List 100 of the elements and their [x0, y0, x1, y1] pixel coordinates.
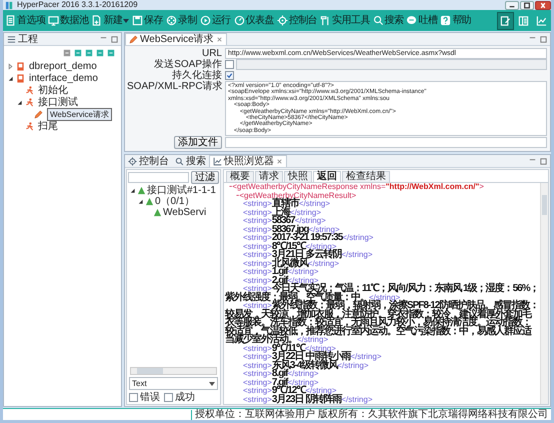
xml-line: <string>7.gif</string> — [242, 378, 319, 388]
soap-action-field[interactable] — [236, 59, 547, 70]
layout-icon — [518, 14, 529, 26]
tree-item[interactable]: dbreport_demo — [27, 60, 99, 72]
close-icon[interactable] — [216, 36, 223, 43]
toolbar-button[interactable]: 仪表盘 — [232, 14, 275, 26]
running-figure-icon — [25, 86, 34, 94]
running-figure-icon — [25, 122, 34, 130]
panel-tab[interactable]: 快照浏览器 — [209, 155, 287, 168]
horizontal-scrollbar[interactable] — [130, 367, 217, 375]
tool-icon[interactable] — [96, 49, 104, 57]
xml-line: <string>2017-3-21 19:57:35</string> — [242, 234, 374, 243]
tree-item[interactable]: interface_demo — [27, 72, 100, 84]
result-item[interactable]: 0（0/1） — [155, 196, 194, 208]
add-file-button[interactable]: 添加文件 — [174, 136, 222, 150]
panel-tab[interactable]: 搜索 — [172, 155, 209, 168]
maximize-icon — [521, 2, 533, 8]
film-reel-icon — [166, 15, 178, 26]
toolbar-button[interactable]: 运行 — [198, 14, 232, 26]
xml-line: <string>8.gif</string> — [242, 370, 319, 379]
xml-line: -<getWeatherbyCityNameResponse xmlns="http://WebXml.com.cn/"> — [228, 183, 485, 192]
document-icon — [5, 15, 16, 26]
subtab[interactable]: 检查结果 — [342, 171, 390, 182]
running-figure-icon — [25, 98, 34, 106]
caret-icon — [209, 382, 215, 386]
list-icon — [7, 34, 16, 44]
toolbar-button[interactable]: 吐槽 — [405, 14, 438, 26]
checkbox-label: 错误 — [140, 392, 160, 403]
filter-field[interactable] — [128, 172, 189, 184]
toolbar-button[interactable]: 控制台 — [276, 14, 318, 26]
pen-icon — [34, 110, 43, 118]
vertical-scrollbar[interactable] — [540, 183, 548, 404]
toolbar-button[interactable]: 首选项 — [4, 14, 46, 26]
checkbox[interactable] — [164, 393, 173, 402]
panel-tab[interactable]: 控制台 — [125, 155, 172, 168]
file-plus-icon — [91, 15, 102, 26]
result-item[interactable]: WebServi — [163, 207, 206, 218]
search-icon — [175, 156, 184, 166]
tools-icon — [320, 15, 332, 26]
subtab[interactable]: 概要 — [226, 171, 254, 182]
toolbar-button[interactable]: 实用工具 — [319, 14, 371, 26]
expander-icon[interactable] — [129, 187, 136, 194]
result-item[interactable]: 接口测试#1-1-1 — [147, 185, 216, 196]
project-icon — [16, 74, 25, 82]
xml-line: <string>58367</string> — [242, 217, 326, 226]
expander-icon[interactable] — [7, 74, 14, 82]
xml-line: <string>北风微风</string> — [242, 260, 340, 268]
close-button[interactable] — [535, 0, 551, 10]
subtab[interactable]: 返回 — [313, 171, 341, 182]
toolbar-button[interactable]: 数据池 — [47, 14, 90, 26]
status-text: 授权单位：互联网体验用户 版权所有：久其软件旗下北京瑞得网络科技有限公司 — [191, 410, 551, 420]
file-field[interactable] — [225, 137, 547, 148]
toolbar-button[interactable]: 保存 — [131, 14, 164, 26]
maximize-icon[interactable] — [539, 34, 548, 44]
play-icon — [200, 15, 211, 26]
minimize-button[interactable] — [505, 0, 519, 10]
close-icon[interactable] — [276, 158, 283, 166]
tree-item[interactable]: 接口测试 — [36, 96, 80, 108]
monitor-icon — [48, 15, 60, 26]
tool-icon[interactable] — [63, 49, 71, 57]
tree-item[interactable]: 初始化 — [36, 84, 70, 96]
checkbox[interactable] — [225, 60, 234, 69]
toolbar-button[interactable]: 搜索 — [372, 14, 404, 26]
view-button[interactable] — [497, 12, 514, 30]
search-icon — [372, 15, 384, 26]
xml-line: <string>东风3-4级转微风</string> — [242, 362, 368, 370]
tool-icon[interactable] — [74, 49, 82, 57]
editor-tab[interactable]: WebService请求 — [125, 33, 227, 45]
crosshair-icon — [128, 156, 137, 166]
xml-line: <string>58367.jpg</string> — [242, 226, 340, 234]
toolbar-button[interactable]: 新建 — [90, 14, 130, 26]
pen-icon — [129, 35, 138, 44]
gauge-icon — [234, 15, 245, 26]
window-title: HyperPacer 2016 3.3.1-20161209 — [17, 0, 138, 10]
xml-line: <string>上海</string> — [242, 208, 322, 218]
url-label: URL — [200, 48, 222, 59]
subtab[interactable]: 请求 — [255, 171, 283, 182]
checkbox[interactable] — [129, 393, 138, 402]
tool-icon[interactable] — [85, 49, 93, 57]
xml-line: <string>1.gif</string> — [242, 268, 319, 277]
maximize-button[interactable] — [520, 0, 534, 10]
maximize-icon[interactable] — [110, 34, 119, 44]
floppy-icon — [132, 15, 144, 26]
format-dropdown[interactable]: Text — [129, 377, 218, 390]
request-label: SOAP/XML-RPC请求 — [127, 81, 222, 92]
tree-item[interactable]: WebService请求 — [47, 108, 112, 120]
checkbox[interactable] — [225, 71, 234, 80]
filter-button[interactable]: 过滤 — [191, 171, 219, 184]
caret-icon — [123, 18, 130, 22]
help-icon — [440, 15, 452, 26]
toolbar-button[interactable]: 录制 — [165, 14, 198, 26]
tool-icon[interactable] — [107, 49, 115, 57]
expander-icon[interactable] — [16, 98, 23, 106]
toolbar-button[interactable]: 帮助 — [439, 14, 472, 26]
expander-icon[interactable] — [137, 198, 144, 206]
subtab[interactable]: 快照 — [284, 171, 312, 182]
soap-action-label: 发送SOAP操作 — [153, 59, 222, 70]
persistent-connection-label: 持久化连接 — [171, 70, 222, 81]
tree-item[interactable]: 扫尾 — [36, 120, 60, 132]
maximize-icon[interactable] — [539, 156, 548, 166]
